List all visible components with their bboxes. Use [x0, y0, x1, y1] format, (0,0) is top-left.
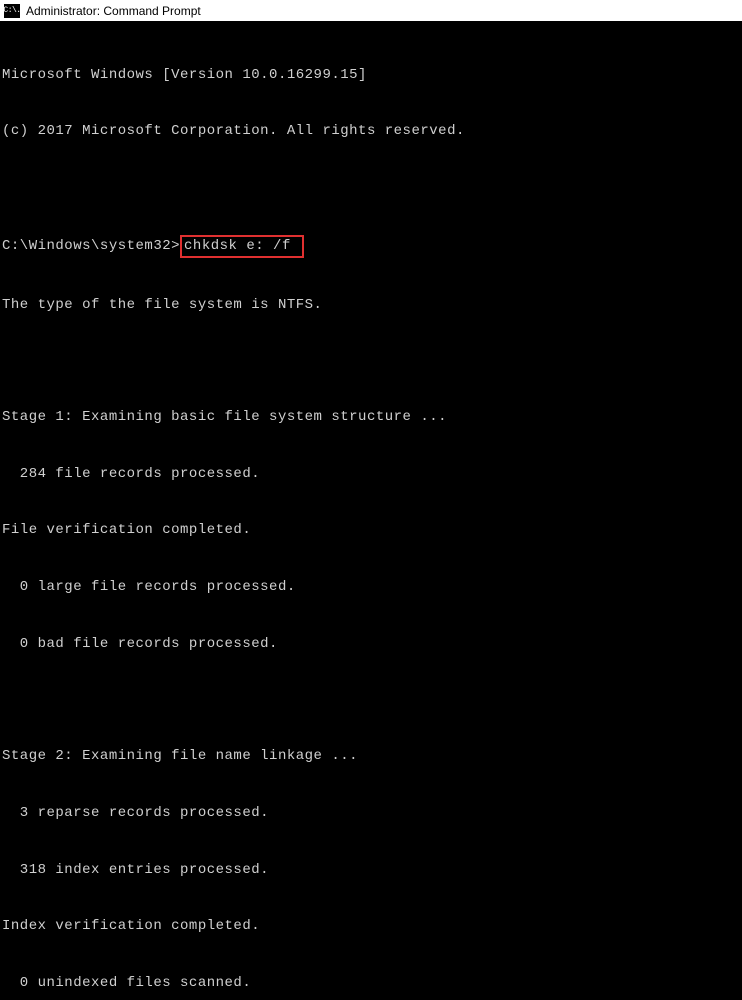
stage2-l3: Index verification completed.: [2, 917, 742, 936]
stage2-l4: 0 unindexed files scanned.: [2, 974, 742, 993]
stage1-header: Stage 1: Examining basic file system str…: [2, 408, 742, 427]
stage2-l2: 318 index entries processed.: [2, 861, 742, 880]
stage1-l3: 0 large file records processed.: [2, 578, 742, 597]
fs-type-line: The type of the file system is NTFS.: [2, 296, 742, 315]
window-title: Administrator: Command Prompt: [26, 4, 201, 18]
blank-line: [2, 179, 742, 197]
prompt-path: C:\Windows\system32>: [2, 237, 180, 256]
window-titlebar: C:\. Administrator: Command Prompt: [0, 0, 742, 22]
stage1-l1: 284 file records processed.: [2, 465, 742, 484]
stage2-header: Stage 2: Examining file name linkage ...: [2, 747, 742, 766]
stage2-l1: 3 reparse records processed.: [2, 804, 742, 823]
command-prompt-line: C:\Windows\system32>chkdsk e: /f: [2, 235, 742, 258]
terminal-output[interactable]: Microsoft Windows [Version 10.0.16299.15…: [0, 22, 742, 1000]
copyright-line: (c) 2017 Microsoft Corporation. All righ…: [2, 122, 742, 141]
version-line: Microsoft Windows [Version 10.0.16299.15…: [2, 66, 742, 85]
cmd-icon: C:\.: [4, 4, 20, 18]
command-highlight: chkdsk e: /f: [180, 235, 304, 258]
blank-line: [2, 691, 742, 709]
blank-line: [2, 352, 742, 370]
stage1-l2: File verification completed.: [2, 521, 742, 540]
stage1-l4: 0 bad file records processed.: [2, 635, 742, 654]
